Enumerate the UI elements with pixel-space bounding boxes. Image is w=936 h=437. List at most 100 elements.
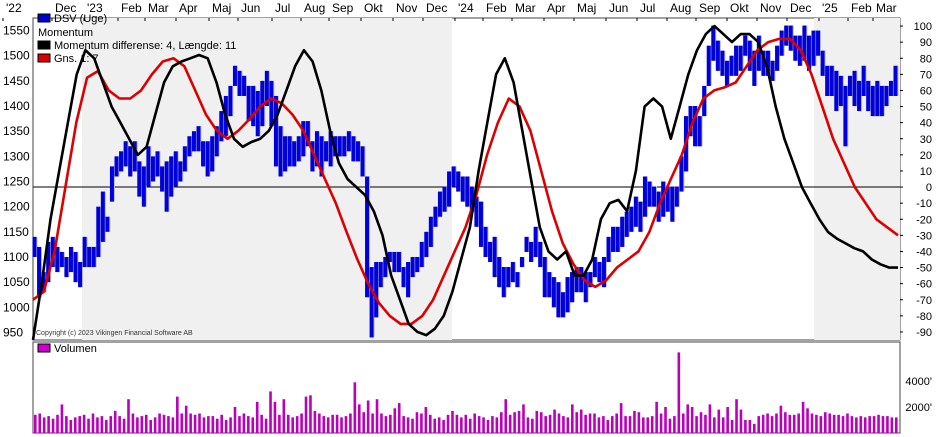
volume-bar — [322, 416, 326, 433]
price-bar — [437, 191, 442, 217]
volume-bar — [522, 404, 525, 433]
volume-bar — [65, 416, 68, 433]
price-bar — [633, 196, 638, 227]
price-bar — [515, 272, 520, 288]
price-bar — [775, 45, 780, 71]
price-bar — [793, 35, 798, 61]
volume-bar — [730, 420, 734, 433]
volume-bar — [184, 405, 188, 433]
volume-bar — [828, 413, 832, 433]
price-bar — [843, 85, 848, 147]
volume-bar — [637, 412, 641, 433]
volume-bar — [717, 409, 721, 433]
price-bar — [538, 241, 543, 268]
volume-bar — [588, 413, 592, 433]
volume-bar — [841, 416, 845, 433]
price-bar — [82, 236, 87, 268]
price-bar — [292, 141, 297, 167]
volume-bar — [784, 412, 787, 433]
price-bar — [642, 176, 647, 217]
price-bar — [442, 186, 447, 212]
price-bar — [560, 292, 565, 318]
volume-bar — [207, 416, 210, 433]
price-bar — [160, 166, 165, 192]
volume-bar — [198, 413, 201, 433]
volume-bar — [144, 414, 148, 433]
volume-bar — [393, 408, 397, 433]
volume-bar — [349, 413, 352, 433]
volume-bar — [517, 410, 521, 433]
volume-bar — [180, 413, 184, 433]
volume-bar — [788, 414, 792, 433]
volume-bar — [357, 404, 361, 433]
x-tick-label: Apr — [179, 1, 198, 15]
price-bar — [410, 256, 415, 278]
price-bar — [492, 236, 497, 278]
price-bar — [287, 136, 292, 167]
price-bar — [355, 141, 360, 162]
volume-bar — [806, 408, 809, 433]
volume-tick-label: 2000' — [905, 402, 932, 414]
volume-bar — [624, 416, 627, 433]
volume-bar — [744, 420, 747, 433]
legend-label: DSV (Uge) — [54, 13, 107, 25]
volume-bar — [757, 416, 761, 433]
x-tick-label: Mar — [876, 1, 897, 15]
volume-bar — [304, 396, 308, 433]
volume-bar — [832, 414, 836, 433]
left-tick-label: 1100 — [3, 250, 29, 264]
price-bar — [269, 80, 274, 127]
volume-bar — [872, 416, 876, 433]
volume-bar — [495, 417, 499, 433]
volume-bar — [193, 414, 197, 433]
volume-bar — [460, 417, 463, 433]
price-bar — [100, 191, 105, 242]
volume-bar — [113, 410, 117, 433]
volume-bar — [548, 414, 552, 433]
price-bar — [857, 80, 862, 112]
volume-bar — [282, 399, 286, 433]
price-bar — [861, 65, 866, 96]
price-bar — [501, 267, 506, 298]
left-tick-label: 1200 — [3, 200, 30, 214]
left-tick-label: 1300 — [3, 149, 30, 163]
price-bar — [378, 262, 383, 288]
legend-label: Momentum differense: 4, Længde: 11 — [54, 40, 236, 52]
price-bar — [150, 156, 155, 182]
volume-bar — [539, 412, 543, 433]
price-bar — [415, 256, 420, 273]
price-bar — [829, 65, 834, 96]
volume-bar — [100, 416, 104, 433]
volume-bar — [815, 414, 818, 433]
price-bar — [638, 201, 643, 232]
volume-bar — [535, 410, 539, 433]
x-tick-label: Feb — [851, 1, 872, 15]
volume-bar — [167, 416, 170, 433]
price-bar — [592, 256, 597, 278]
volume-bar — [406, 417, 410, 433]
price-bar — [64, 256, 69, 278]
volume-bar — [584, 414, 587, 433]
volume-bar — [411, 418, 414, 433]
volume-bar — [695, 416, 698, 433]
price-bar — [720, 50, 725, 76]
price-bar — [119, 151, 124, 172]
volume-bar — [442, 420, 445, 433]
price-bar — [542, 256, 547, 298]
volume-bar — [56, 414, 59, 433]
price-bar — [456, 171, 461, 192]
price-bar — [396, 251, 401, 273]
volume-bar — [673, 416, 676, 433]
price-bar — [697, 116, 702, 147]
legend-swatch — [37, 13, 51, 23]
x-tick-label: Aug — [304, 1, 325, 15]
left-tick-label: 950 — [3, 325, 23, 339]
left-tick-label: 1400 — [3, 99, 30, 113]
left-tick-label: 1150 — [3, 225, 29, 239]
legend-swatch — [37, 53, 51, 63]
volume-bar — [149, 420, 152, 433]
volume-bar — [446, 414, 450, 433]
volume-bar — [797, 413, 800, 433]
volume-bar — [313, 410, 317, 433]
price-bar — [419, 241, 424, 268]
